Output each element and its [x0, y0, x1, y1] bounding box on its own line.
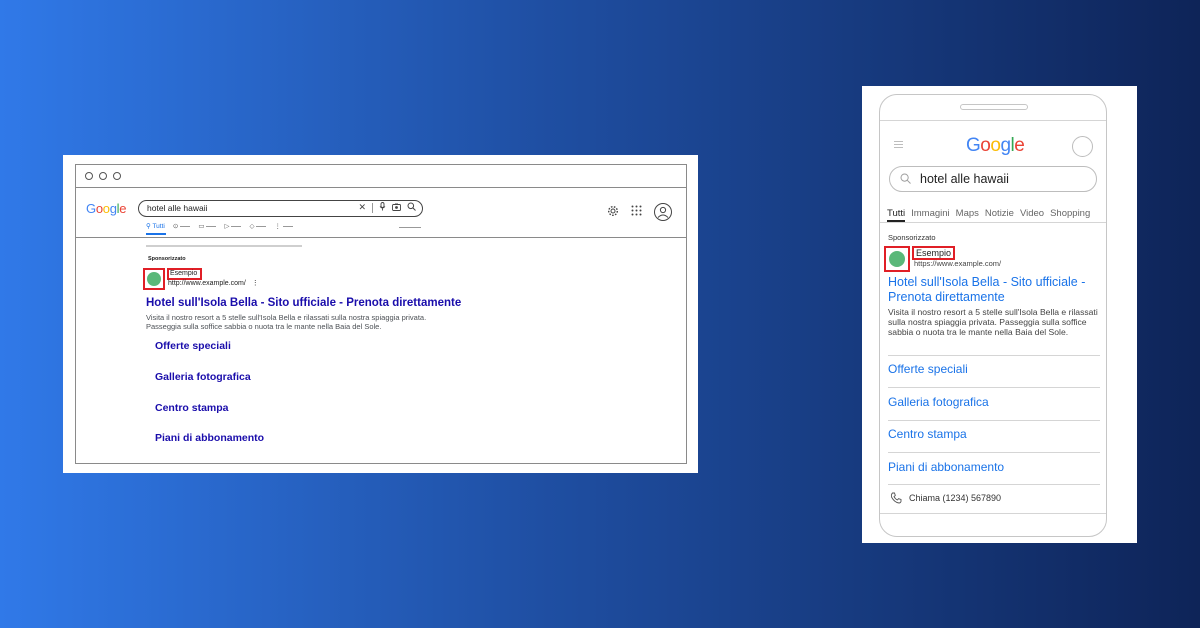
tab-maps[interactable]: Maps: [956, 208, 979, 219]
desktop-mockup: Google hotel alle hawaii ✕ ⚲ Tutti ⊙ ▭ ▷…: [63, 155, 698, 473]
tab-news[interactable]: Notizie: [985, 208, 1014, 219]
tab-images-placeholder[interactable]: ▭: [198, 222, 217, 230]
sitelink-divider: [888, 355, 1100, 356]
camera-icon[interactable]: [392, 203, 401, 213]
sitelink-gallery[interactable]: Galleria fotografica: [155, 371, 251, 383]
sitelink-divider: [888, 484, 1100, 485]
search-divider: [372, 202, 373, 213]
mobile-mockup: Google hotel alle hawaii Tutti Immagini …: [862, 86, 1137, 543]
call-extension[interactable]: Chiama (1234) 567890: [909, 493, 1001, 503]
account-avatar-icon[interactable]: [1072, 136, 1093, 157]
sitelink-offers[interactable]: Offerte speciali: [888, 362, 968, 376]
sitelink-press[interactable]: Centro stampa: [888, 427, 967, 441]
display-url[interactable]: http://www.example.com/ ⋮: [168, 279, 259, 287]
advertiser-name[interactable]: Esempio: [912, 246, 956, 260]
sitelink-divider: [888, 387, 1100, 388]
google-logo[interactable]: Google: [86, 201, 126, 216]
sitelink-offers[interactable]: Offerte speciali: [155, 340, 231, 352]
tab-video[interactable]: Video: [1020, 208, 1044, 219]
phone-bottom-divider: [880, 513, 1106, 514]
browser-titlebar: [76, 165, 686, 188]
ad-title-link[interactable]: Hotel sull'Isola Bella - Sito ufficiale …: [146, 297, 461, 309]
placeholder-bar: [146, 245, 302, 247]
account-avatar-icon[interactable]: [654, 203, 672, 221]
more-options-icon[interactable]: ⋮: [252, 280, 259, 287]
ad-description-line: Passeggia sulla soffice sabbia o nuota t…: [146, 322, 382, 331]
settings-gear-icon[interactable]: [607, 205, 619, 220]
ad-description: Visita il nostro resort a 5 stelle sull'…: [888, 307, 1098, 338]
search-icon[interactable]: [900, 173, 911, 184]
window-close-dot[interactable]: [85, 172, 93, 180]
tab-maps-placeholder[interactable]: ⊙: [173, 222, 191, 230]
desktop-browser-window: Google hotel alle hawaii ✕ ⚲ Tutti ⊙ ▭ ▷…: [75, 164, 687, 464]
tab-more-placeholder[interactable]: ⋮: [274, 222, 293, 230]
tab-video-placeholder[interactable]: ▷: [224, 222, 242, 230]
ad-description: Visita il nostro resort a 5 stelle sull'…: [146, 313, 526, 331]
tools-placeholder[interactable]: [399, 227, 421, 228]
sitelink-press[interactable]: Centro stampa: [155, 402, 229, 414]
apps-grid-icon[interactable]: [631, 205, 642, 219]
phone-top-divider: [880, 120, 1106, 121]
search-icon[interactable]: [407, 202, 416, 213]
tab-images[interactable]: Immagini: [911, 208, 950, 219]
favicon-highlight: [884, 246, 910, 272]
window-minimize-dot[interactable]: [99, 172, 107, 180]
display-url[interactable]: https://www.example.com/: [914, 259, 1001, 268]
tab-shopping[interactable]: Shopping: [1050, 208, 1090, 219]
hamburger-menu-icon[interactable]: [894, 141, 903, 150]
favicon-highlight: [143, 268, 165, 290]
sponsored-ad: Sponsorizzato Esempio http://www.example…: [143, 256, 666, 444]
display-url-text: http://www.example.com/: [168, 280, 246, 287]
search-query: hotel alle hawaii: [147, 203, 208, 213]
sitelink-subscription[interactable]: Piani di abbonamento: [155, 432, 264, 444]
clear-icon[interactable]: ✕: [358, 202, 366, 213]
tab-all-label: Tutti: [152, 223, 165, 230]
advertiser-favicon-icon[interactable]: [889, 251, 905, 267]
sitelink-gallery[interactable]: Galleria fotografica: [888, 395, 989, 409]
search-query: hotel alle hawaii: [920, 172, 1009, 186]
sitelink-divider: [888, 452, 1100, 453]
advertiser-favicon-icon[interactable]: [147, 272, 161, 286]
tab-all[interactable]: ⚲ Tutti: [146, 222, 165, 230]
active-tab-indicator: [146, 233, 166, 235]
phone-frame: Google hotel alle hawaii Tutti Immagini …: [879, 94, 1107, 537]
phone-icon[interactable]: [890, 492, 902, 504]
ad-title-link[interactable]: Hotel sull'Isola Bella - Sito ufficiale …: [888, 275, 1098, 305]
search-input[interactable]: hotel alle hawaii: [889, 166, 1097, 192]
ad-description-line: Visita il nostro resort a 5 stelle sull'…: [146, 313, 427, 322]
tab-shopping-placeholder[interactable]: ◇: [249, 222, 267, 230]
phone-speaker: [960, 104, 1028, 110]
tabs-divider: [880, 222, 1106, 223]
search-tabs: ⚲ Tutti ⊙ ▭ ▷ ◇ ⋮: [146, 222, 293, 230]
google-logo[interactable]: Google: [966, 135, 1025, 157]
microphone-icon[interactable]: [379, 202, 386, 213]
search-header: Google hotel alle hawaii ✕ ⚲ Tutti ⊙ ▭ ▷…: [76, 188, 686, 238]
sitelink-subscription[interactable]: Piani di abbonamento: [888, 460, 1004, 474]
tab-all[interactable]: Tutti: [887, 208, 905, 219]
search-input[interactable]: hotel alle hawaii ✕: [138, 200, 423, 217]
sponsored-label: Sponsorizzato: [888, 233, 936, 242]
sponsored-label: Sponsorizzato: [148, 256, 186, 262]
window-maximize-dot[interactable]: [113, 172, 121, 180]
search-tabs: Tutti Immagini Maps Notizie Video Shoppi…: [887, 208, 1090, 219]
sitelink-divider: [888, 420, 1100, 421]
